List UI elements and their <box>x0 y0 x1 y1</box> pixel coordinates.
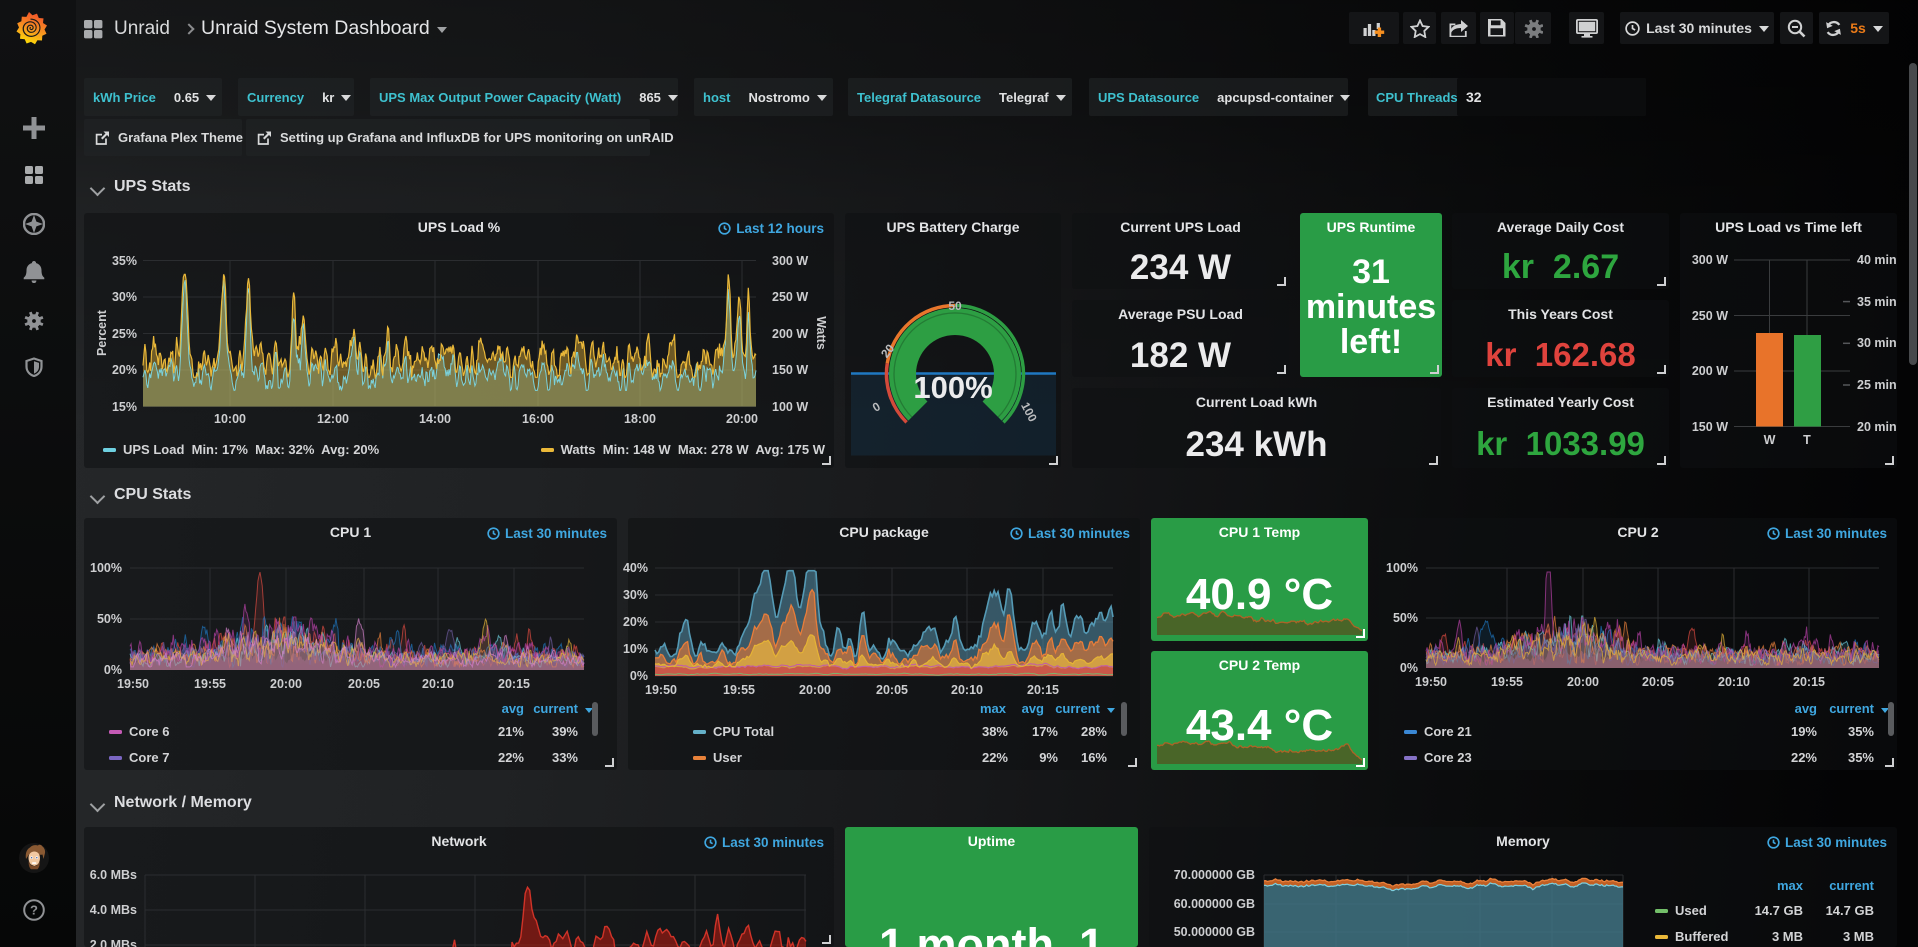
svg-text:?: ? <box>30 903 38 918</box>
